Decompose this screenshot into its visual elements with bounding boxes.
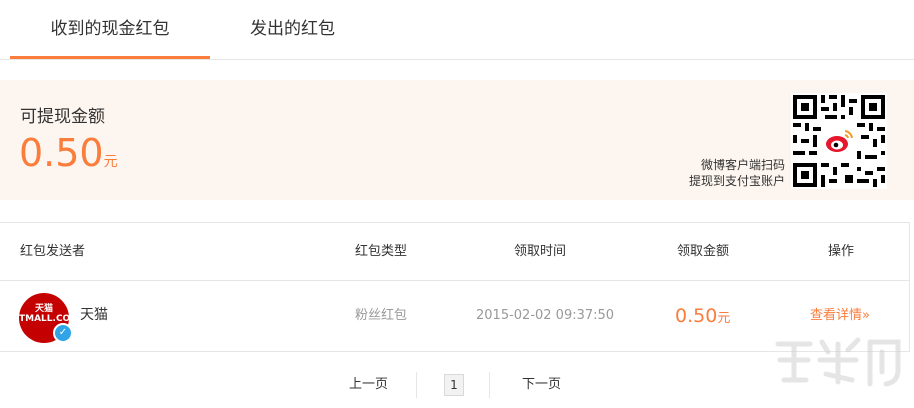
received-amount-unit: 元 [717,311,731,326]
tab-sent-red-packets[interactable]: 发出的红包 [210,0,375,60]
balance-value: 0.50 [19,131,104,175]
balance-amount: 0.50元 [19,130,118,185]
received-amount: 0.50元 [675,281,730,351]
header-sender: 红包发送者 [20,244,86,259]
avatar-logo-line1: 天猫 [34,304,53,314]
verified-badge-icon: ✓ [53,323,73,343]
prev-page-button[interactable]: 上一页 [349,368,388,402]
page-number-button[interactable]: 1 [444,374,464,396]
tab-received-cash-red-packets[interactable]: 收到的现金红包 [10,0,210,60]
header-amount: 领取金额 [677,244,730,259]
qr-caption-line2: 提现到支付宝账户 [688,174,785,188]
active-tab-indicator [10,56,210,59]
next-page-button[interactable]: 下一页 [522,368,561,402]
pager-divider [416,372,417,398]
tab-bar: 收到的现金红包 发出的红包 [0,0,914,60]
table-header: 红包发送者 红包类型 领取时间 领取金额 操作 [0,222,910,281]
qr-code-icon [791,93,887,189]
header-op: 操作 [828,244,855,259]
received-time: 2015-02-02 09:37:50 [476,308,615,323]
header-type: 红包类型 [355,244,408,259]
pager-divider [489,372,490,398]
balance-unit: 元 [103,154,118,170]
packet-type: 粉丝红包 [355,308,408,323]
qr-caption-line1: 微博客户端扫码 [700,158,785,172]
qr-caption: 微博客户端扫码 提现到支付宝账户 [689,157,785,189]
received-amount-value: 0.50 [675,305,718,327]
header-time: 领取时间 [514,244,567,259]
site-watermark-logo-icon [775,337,901,387]
avatar-logo-text: 天猫 TMALL.COM [19,304,69,324]
withdrawable-balance-panel: 可提现金额 0.50元 微博客户端扫码 提现到支付宝账户 [0,80,914,200]
sender-name[interactable]: 天猫 [80,281,108,349]
balance-label: 可提现金额 [20,107,105,127]
